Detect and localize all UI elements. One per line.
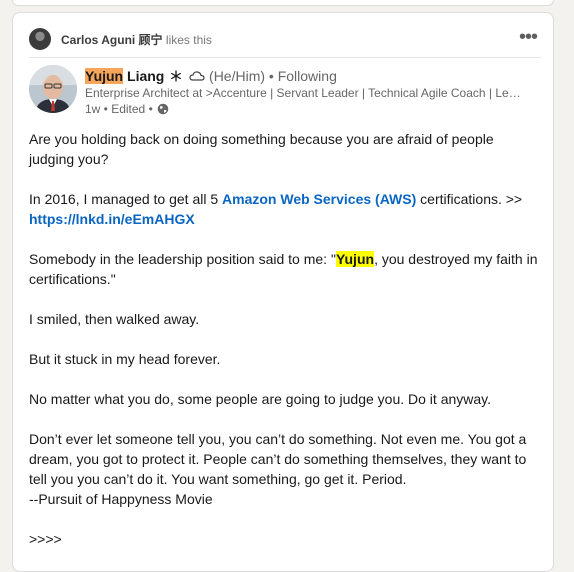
snowflake-icon: [171, 70, 182, 82]
previous-card-edge: [12, 0, 554, 6]
author-first-name: Yujun: [85, 68, 124, 84]
post-paragraph-5: But it stuck in my head forever.: [29, 351, 221, 367]
author-pronouns: (He/Him): [209, 68, 266, 84]
post-paragraph-2: In 2016, I managed to get all 5 Amazon W…: [29, 189, 541, 229]
author-line: Yujun Liang (He/Him) • Following: [85, 67, 541, 85]
post-paragraph-3: Somebody in the leadership position said…: [29, 249, 541, 289]
post-header: Yujun Liang (He/Him) • Following Enterpr…: [29, 65, 541, 121]
feed-post-card: Carlos Aguni 顾宁 likes this ••• Yujun Lia…: [12, 12, 554, 572]
author-name[interactable]: Yujun Liang: [85, 68, 164, 84]
post-time-line: 1w • Edited •: [85, 101, 541, 117]
post-paragraph-6: No matter what you do, some people are g…: [29, 391, 492, 407]
social-context-text: Carlos Aguni 顾宁 likes this: [61, 31, 212, 48]
quote-text: Don’t ever let someone tell you, you can…: [29, 431, 527, 487]
post-time: 1w • Edited •: [85, 102, 153, 116]
post-paragraph-4: I smiled, then walked away.: [29, 311, 200, 327]
more-options-icon[interactable]: •••: [519, 27, 538, 47]
liker-avatar[interactable]: [29, 28, 51, 50]
globe-icon: [157, 103, 169, 115]
post-text: In 2016, I managed to get all 5: [29, 191, 223, 207]
following-status[interactable]: • Following: [269, 68, 337, 84]
author-last-name: Liang: [123, 68, 165, 84]
post-body: Are you holding back on doing something …: [29, 129, 541, 569]
social-context-bar: Carlos Aguni 顾宁 likes this •••: [29, 21, 541, 58]
quote-source: --Pursuit of Happyness Movie: [29, 491, 213, 507]
aws-link[interactable]: Amazon Web Services (AWS): [222, 191, 416, 207]
author-avatar[interactable]: [29, 65, 77, 113]
post-text: certifications. >>: [416, 191, 523, 207]
post-paragraph-1: Are you holding back on doing something …: [29, 131, 494, 167]
mention-yujun: Yujun: [335, 251, 375, 267]
cloud-icon: [189, 71, 205, 81]
social-action: likes this: [165, 32, 212, 47]
post-paragraph-7: Don’t ever let someone tell you, you can…: [29, 429, 541, 509]
post-text: Somebody in the leadership position said…: [29, 251, 336, 267]
post-paragraph-8: >>>>: [29, 531, 62, 547]
author-headline[interactable]: Enterprise Architect at >Accenture | Ser…: [85, 85, 525, 101]
author-photo: [29, 65, 77, 113]
short-url-link[interactable]: https://lnkd.in/eEmAHGX: [29, 211, 195, 227]
liker-name[interactable]: Carlos Aguni 顾宁: [61, 33, 163, 47]
author-block: Yujun Liang (He/Him) • Following Enterpr…: [85, 67, 541, 117]
